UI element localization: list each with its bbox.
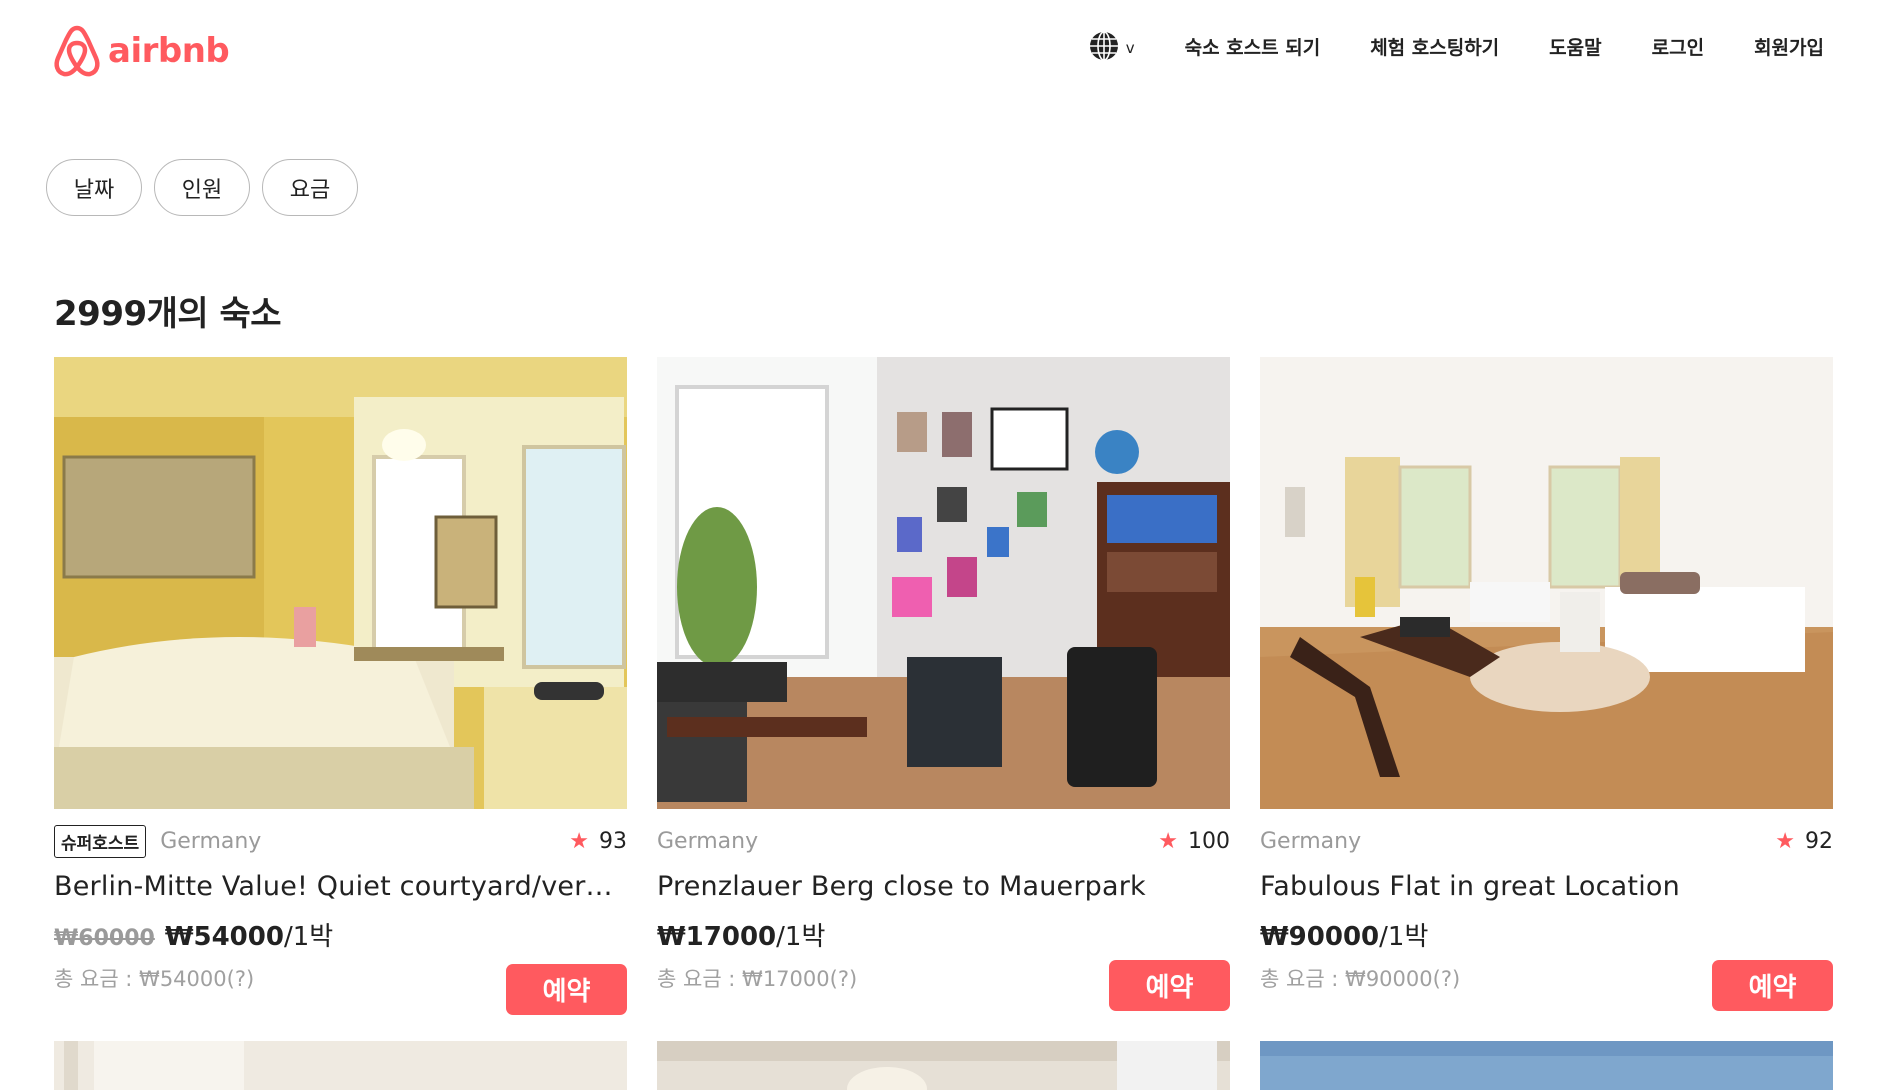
- listing-country: Germany: [657, 828, 759, 854]
- filter-price-button[interactable]: 요금: [262, 159, 358, 216]
- listing-price: ₩54000: [164, 922, 284, 952]
- nav-signup[interactable]: 회원가입: [1754, 33, 1824, 60]
- listing-name[interactable]: Fabulous Flat in great Location: [1260, 871, 1833, 902]
- star-icon: ★: [569, 828, 589, 854]
- listing-price-line: ₩17000 /1박: [657, 916, 1230, 953]
- superhost-badge: 슈퍼호스트: [54, 824, 147, 858]
- listing-price-line: ₩60000 ₩54000 /1박: [54, 916, 627, 953]
- rating-value: 100: [1188, 828, 1230, 854]
- listing-name[interactable]: Prenzlauer Berg close to Mauerpark: [657, 871, 1230, 902]
- nav-login[interactable]: 로그인: [1652, 33, 1704, 60]
- filter-dates-button[interactable]: 날짜: [46, 159, 142, 216]
- nav-host-experience[interactable]: 체험 호스팅하기: [1370, 33, 1499, 60]
- filter-bar: 날짜 인원 요금: [46, 159, 358, 216]
- book-button[interactable]: 예약: [506, 964, 627, 1015]
- bedroom-photo-image: [54, 357, 627, 809]
- airbnb-logo[interactable]: airbnb: [52, 24, 230, 78]
- listing-rating: ★ 92: [1775, 829, 1833, 854]
- listing-meta: Germany ★ 100: [657, 823, 1230, 859]
- listing-original-price: ₩60000: [54, 926, 155, 951]
- star-icon: ★: [1775, 828, 1795, 854]
- room-photo-image: [54, 1041, 627, 1090]
- listing-card[interactable]: Germany ★ 92 Fabulous Flat in great Loca…: [1260, 357, 1833, 1011]
- listing-photo-partial[interactable]: [657, 1041, 1230, 1090]
- airbnb-belo-icon: [54, 25, 100, 77]
- book-button[interactable]: 예약: [1712, 960, 1833, 1011]
- flat-photo-image: [1260, 357, 1833, 809]
- listing-rating: ★ 100: [1158, 829, 1230, 854]
- brand-name: airbnb: [108, 31, 230, 71]
- sky-photo-image: [1260, 1041, 1833, 1090]
- living-room-photo-image: [657, 357, 1230, 809]
- listing-card[interactable]: Germany ★ 100 Prenzlauer Berg close to M…: [657, 357, 1230, 1011]
- listing-meta: 슈퍼호스트 Germany ★ 93: [54, 823, 627, 859]
- listing-photo[interactable]: [657, 357, 1230, 809]
- listing-price-unit: /1박: [1379, 922, 1429, 952]
- listing-country: Germany: [1260, 828, 1362, 854]
- listing-country: Germany: [160, 828, 262, 854]
- listing-photo[interactable]: [1260, 357, 1833, 809]
- listing-price: ₩90000: [1260, 922, 1380, 952]
- globe-icon: [1089, 31, 1118, 61]
- header-nav: v 숙소 호스트 되기 체험 호스팅하기 도움말 로그인 회원가입: [1088, 30, 1824, 62]
- book-button[interactable]: 예약: [1109, 960, 1230, 1011]
- top-header: airbnb v 숙소 호스트 되기 체험 호스팅하기 도움말 로그인 회원가입: [0, 0, 1880, 100]
- listing-meta: Germany ★ 92: [1260, 823, 1833, 859]
- listing-name[interactable]: Berlin-Mitte Value! Quiet courtyard/very…: [54, 871, 627, 902]
- chevron-down-icon: v: [1125, 39, 1135, 57]
- listing-price: ₩17000: [657, 922, 777, 952]
- listing-price-unit: /1박: [776, 922, 826, 952]
- listing-photo[interactable]: [54, 357, 627, 809]
- results-count-title: 2999개의 숙소: [54, 294, 282, 334]
- language-selector[interactable]: v: [1088, 30, 1135, 62]
- listing-photo-partial[interactable]: [1260, 1041, 1833, 1090]
- listing-price-unit: /1박: [283, 922, 334, 952]
- room-photo-image: [657, 1041, 1230, 1090]
- listing-price-line: ₩90000 /1박: [1260, 916, 1833, 953]
- listing-photo-partial[interactable]: [54, 1041, 627, 1090]
- filter-guests-button[interactable]: 인원: [154, 159, 250, 216]
- rating-value: 93: [599, 828, 627, 854]
- rating-value: 92: [1805, 828, 1833, 854]
- nav-host-stay[interactable]: 숙소 호스트 되기: [1185, 33, 1321, 60]
- nav-help[interactable]: 도움말: [1549, 33, 1601, 60]
- star-icon: ★: [1158, 828, 1178, 854]
- listing-card[interactable]: 슈퍼호스트 Germany ★ 93 Berlin-Mitte Value! Q…: [54, 357, 627, 1015]
- listing-rating: ★ 93: [569, 829, 627, 854]
